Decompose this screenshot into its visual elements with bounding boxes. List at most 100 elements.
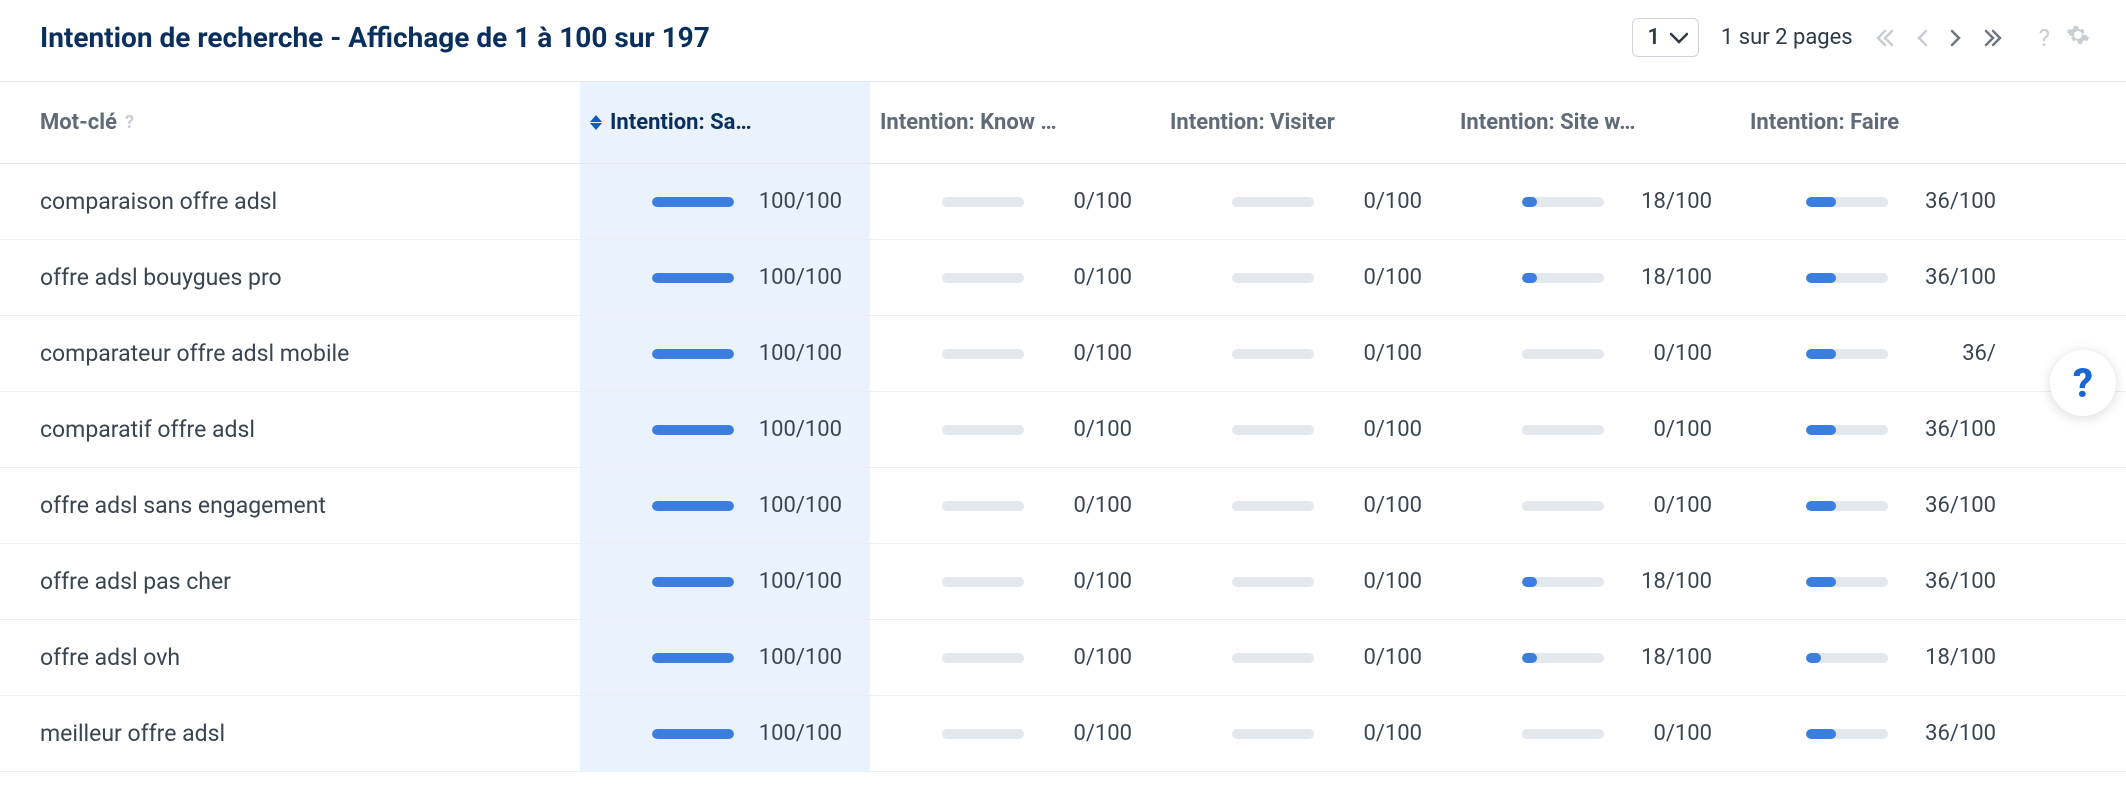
keyword-cell[interactable]: comparatif offre adsl — [0, 392, 580, 467]
help-icon[interactable]: ? — [125, 112, 134, 133]
progress-bar — [942, 501, 1024, 511]
visiter-cell: 0/100 — [1160, 544, 1450, 619]
col-savoir[interactable]: Intention: Sa… — [580, 82, 870, 163]
progress-bar — [1522, 273, 1604, 283]
progress-bar — [1232, 653, 1314, 663]
progress-bar — [1806, 501, 1888, 511]
savoir-cell: 100/100 — [580, 544, 870, 619]
faire-cell: 36/100 — [1740, 544, 2024, 619]
score-value: 18/100 — [1622, 569, 1712, 594]
score-value: 0/100 — [1332, 417, 1422, 442]
progress-bar — [652, 729, 734, 739]
keyword-cell[interactable]: comparateur offre adsl mobile — [0, 316, 580, 391]
progress-bar — [1806, 653, 1888, 663]
page-title: Intention de recherche - Affichage de 1 … — [40, 21, 1632, 54]
know-cell: 0/100 — [870, 392, 1160, 467]
col-siteweb[interactable]: Intention: Site w… — [1450, 82, 1740, 163]
score-value: 0/100 — [1042, 265, 1132, 290]
score-value: 0/100 — [1622, 493, 1712, 518]
score-value: 18/100 — [1906, 645, 1996, 670]
score-value: 0/100 — [1622, 721, 1712, 746]
score-value: 0/100 — [1042, 189, 1132, 214]
last-page-button[interactable] — [1983, 28, 2003, 48]
siteweb-cell: 0/100 — [1450, 696, 1740, 771]
progress-bar — [1806, 729, 1888, 739]
column-headers: Mot-clé ? Intention: Sa… Intention: Know… — [0, 82, 2126, 164]
progress-bar — [942, 197, 1024, 207]
progress-bar — [942, 273, 1024, 283]
col-visiter[interactable]: Intention: Visiter — [1160, 82, 1450, 163]
faire-cell: 36/ — [1740, 316, 2024, 391]
page-select[interactable]: 1 — [1632, 18, 1699, 57]
table-row: offre adsl ovh100/1000/1000/10018/10018/… — [0, 620, 2126, 696]
col-keyword[interactable]: Mot-clé ? — [0, 82, 580, 163]
progress-bar — [652, 501, 734, 511]
keyword-cell[interactable]: offre adsl ovh — [0, 620, 580, 695]
table-row: offre adsl bouygues pro100/1000/1000/100… — [0, 240, 2126, 316]
progress-bar — [1806, 577, 1888, 587]
table-row: comparateur offre adsl mobile100/100 0/10… — [0, 316, 2126, 392]
score-value: 36/100 — [1906, 265, 1996, 290]
savoir-cell: 100/100 — [580, 696, 870, 771]
progress-bar — [942, 577, 1024, 587]
progress-bar — [1232, 273, 1314, 283]
score-value: 0/100 — [1332, 493, 1422, 518]
progress-bar — [1522, 425, 1604, 435]
know-cell: 0/100 — [870, 468, 1160, 543]
progress-bar — [652, 425, 734, 435]
savoir-cell: 100/100 — [580, 164, 870, 239]
savoir-cell: 100/100 — [580, 240, 870, 315]
faire-cell: 36/100 — [1740, 164, 2024, 239]
col-know[interactable]: Intention: Know … — [870, 82, 1160, 163]
page-select-value: 1 — [1647, 25, 1660, 50]
score-value: 0/100 — [1042, 341, 1132, 366]
keyword-cell[interactable]: comparaison offre adsl — [0, 164, 580, 239]
know-cell: 0/100 — [870, 316, 1160, 391]
know-cell: 0/100 — [870, 240, 1160, 315]
savoir-cell: 100/100 — [580, 392, 870, 467]
score-value: 0/100 — [1042, 645, 1132, 670]
score-value: 36/100 — [1906, 189, 1996, 214]
table-row: comparatif offre adsl100/1000/1000/1000/… — [0, 392, 2126, 468]
pager: 1 1 sur 2 pages ? — [1632, 18, 2090, 57]
visiter-cell: 0/100 — [1160, 468, 1450, 543]
col-faire[interactable]: Intention: Faire — [1740, 82, 2024, 163]
progress-bar — [652, 197, 734, 207]
table-row: comparaison offre adsl100/1000/1000/1001… — [0, 164, 2126, 240]
table-row: offre adsl pas cher100/1000/1000/10018/1… — [0, 544, 2126, 620]
progress-bar — [1232, 349, 1314, 359]
score-value: 0/100 — [1332, 569, 1422, 594]
progress-bar — [1522, 653, 1604, 663]
prev-page-button[interactable] — [1915, 28, 1929, 48]
gear-icon[interactable] — [2066, 23, 2090, 53]
col-visiter-label: Intention: Visiter — [1170, 110, 1335, 135]
progress-bar — [1522, 729, 1604, 739]
keyword-cell[interactable]: offre adsl bouygues pro — [0, 240, 580, 315]
progress-bar — [652, 273, 734, 283]
progress-bar — [1232, 425, 1314, 435]
score-value: 36/100 — [1906, 417, 1996, 442]
progress-bar — [942, 425, 1024, 435]
faire-cell: 36/100 — [1740, 392, 2024, 467]
visiter-cell: 0/100 — [1160, 316, 1450, 391]
visiter-cell: 0/100 — [1160, 620, 1450, 695]
savoir-cell: 100/100 — [580, 316, 870, 391]
siteweb-cell: 0/100 — [1450, 468, 1740, 543]
faire-cell: 36/100 — [1740, 696, 2024, 771]
know-cell: 0/100 — [870, 620, 1160, 695]
score-value: 0/100 — [1332, 341, 1422, 366]
keyword-cell[interactable]: meilleur offre adsl — [0, 696, 580, 771]
first-page-button[interactable] — [1875, 28, 1895, 48]
score-value: 18/100 — [1622, 189, 1712, 214]
floating-help-button[interactable]: ? — [2050, 350, 2116, 416]
col-know-label: Intention: Know … — [880, 110, 1057, 135]
next-page-button[interactable] — [1949, 28, 1963, 48]
score-value: 100/100 — [752, 493, 842, 518]
keyword-cell[interactable]: offre adsl sans engagement — [0, 468, 580, 543]
progress-bar — [1806, 197, 1888, 207]
siteweb-cell: 18/100 — [1450, 164, 1740, 239]
help-icon[interactable]: ? — [2039, 24, 2050, 52]
col-siteweb-label: Intention: Site w… — [1460, 110, 1635, 135]
keyword-cell[interactable]: offre adsl pas cher — [0, 544, 580, 619]
siteweb-cell: 18/100 — [1450, 620, 1740, 695]
